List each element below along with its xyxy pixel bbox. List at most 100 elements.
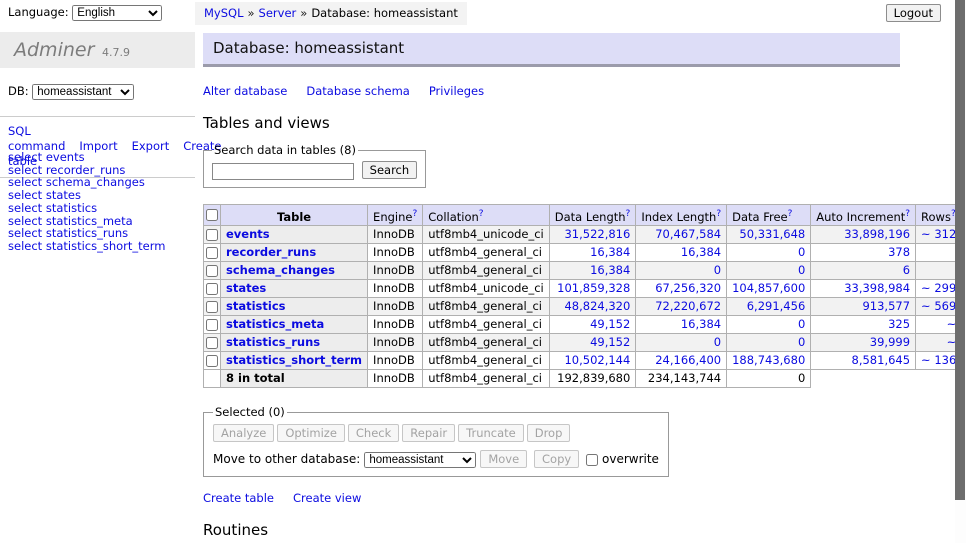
index-length-link[interactable]: 67,256,320 — [655, 281, 721, 295]
data-length-link[interactable]: 49,152 — [590, 335, 630, 349]
data-length-link[interactable]: 10,502,144 — [564, 353, 630, 367]
data-free-link[interactable]: 0 — [798, 335, 805, 349]
collation-cell: utf8mb4_general_ci — [423, 352, 550, 370]
data-free-link[interactable]: 188,743,680 — [732, 353, 805, 367]
table-name-link[interactable]: recorder_runs — [226, 245, 316, 259]
auto-increment-link[interactable]: 33,398,984 — [844, 281, 910, 295]
data-length-cell: 48,824,320 — [549, 298, 636, 316]
scrollbar-thumb[interactable] — [955, 0, 965, 500]
index-length-link[interactable]: 0 — [714, 335, 721, 349]
bulk-action-button[interactable]: Analyze — [213, 424, 274, 442]
row-checkbox[interactable] — [206, 301, 218, 313]
search-input[interactable] — [212, 163, 354, 180]
row-checkbox[interactable] — [206, 319, 218, 331]
data-free-link[interactable]: 0 — [798, 317, 805, 331]
auto-increment-link[interactable]: 325 — [888, 317, 910, 331]
overwrite-checkbox[interactable] — [586, 454, 598, 466]
table-name-link[interactable]: statistics — [226, 299, 286, 313]
database-link[interactable]: Alter database — [203, 84, 287, 98]
data-free-link[interactable]: 104,857,600 — [732, 281, 805, 295]
index-length-link[interactable]: 72,220,672 — [655, 299, 721, 313]
table-row: statistics_short_term InnoDB utf8mb4_gen… — [204, 352, 966, 370]
index-length-link[interactable]: 24,166,400 — [655, 353, 721, 367]
sidebar-select-link[interactable]: select events — [8, 151, 165, 164]
bulk-action-button[interactable]: Truncate — [458, 424, 524, 442]
table-name-link[interactable]: statistics_meta — [226, 317, 324, 331]
data-free-link[interactable]: 0 — [798, 263, 805, 277]
data-length-link[interactable]: 31,522,816 — [564, 227, 630, 241]
table-name-cell: states — [221, 280, 368, 298]
move-button[interactable]: Move — [480, 450, 527, 468]
row-checkbox[interactable] — [206, 265, 218, 277]
table-name-link[interactable]: statistics_runs — [226, 335, 320, 349]
data-free-link[interactable]: 6,291,456 — [747, 299, 806, 313]
column-header: Collation? — [423, 204, 550, 226]
auto-increment-link[interactable]: 378 — [888, 245, 910, 259]
row-checkbox[interactable] — [206, 283, 218, 295]
index-length-link[interactable]: 16,384 — [681, 317, 721, 331]
help-icon[interactable]: ? — [412, 209, 417, 219]
move-db-select[interactable]: homeassistant — [364, 452, 476, 468]
data-free-link[interactable]: 0 — [798, 245, 805, 259]
bulk-action-button[interactable]: Drop — [527, 424, 571, 442]
logout-button[interactable]: Logout — [886, 4, 941, 22]
db-select[interactable]: homeassistant — [32, 84, 134, 100]
bulk-action-button[interactable]: Repair — [402, 424, 455, 442]
auto-increment-cell: 8,581,645 — [811, 352, 916, 370]
auto-increment-link[interactable]: 6 — [903, 263, 910, 277]
column-header: Auto Increment? — [811, 204, 916, 226]
total-index-length: 234,143,744 — [636, 370, 727, 388]
breadcrumb-mysql-link[interactable]: MySQL — [204, 6, 244, 20]
bulk-action-button[interactable]: Check — [348, 424, 399, 442]
language-select[interactable]: English — [72, 5, 162, 21]
data-length-link[interactable]: 48,824,320 — [564, 299, 630, 313]
selected-buttons: AnalyzeOptimizeCheckRepairTruncateDrop — [213, 424, 659, 442]
bulk-action-button[interactable]: Optimize — [277, 424, 345, 442]
create-link[interactable]: Create table — [203, 491, 274, 505]
help-icon[interactable]: ? — [626, 209, 631, 219]
collation-cell: utf8mb4_unicode_ci — [423, 280, 550, 298]
create-link[interactable]: Create view — [293, 491, 361, 505]
sidebar-select-link[interactable]: select states — [8, 189, 165, 202]
table-name-link[interactable]: schema_changes — [226, 263, 335, 277]
data-length-link[interactable]: 49,152 — [590, 317, 630, 331]
table-name-cell: statistics_meta — [221, 316, 368, 334]
database-link[interactable]: Database schema — [306, 84, 409, 98]
select-all-checkbox[interactable] — [206, 209, 218, 221]
table-name-link[interactable]: events — [226, 227, 270, 241]
help-icon[interactable]: ? — [479, 209, 484, 219]
help-icon[interactable]: ? — [788, 209, 793, 219]
sidebar-select-link[interactable]: select statistics_short_term — [8, 240, 165, 253]
row-checkbox-cell — [204, 334, 221, 352]
index-length-link[interactable]: 16,384 — [681, 245, 721, 259]
row-checkbox[interactable] — [206, 355, 218, 367]
table-name-link[interactable]: statistics_short_term — [226, 353, 362, 367]
index-length-link[interactable]: 0 — [714, 263, 721, 277]
search-button[interactable]: Search — [362, 161, 418, 179]
collation-cell: utf8mb4_general_ci — [423, 262, 550, 280]
data-free-cell: 6,291,456 — [727, 298, 811, 316]
row-checkbox[interactable] — [206, 337, 218, 349]
auto-increment-link[interactable]: 33,898,196 — [844, 227, 910, 241]
help-icon[interactable]: ? — [905, 209, 910, 219]
breadcrumb-server-link[interactable]: Server — [259, 6, 297, 20]
help-icon[interactable]: ? — [716, 209, 721, 219]
index-length-cell: 0 — [636, 262, 727, 280]
copy-button[interactable]: Copy — [534, 450, 579, 468]
data-free-link[interactable]: 50,331,648 — [739, 227, 805, 241]
auto-increment-cell: 33,898,196 — [811, 226, 916, 244]
auto-increment-link[interactable]: 913,577 — [862, 299, 910, 313]
sidebar-select-link[interactable]: select statistics — [8, 202, 165, 215]
sidebar-action-link[interactable]: SQL command — [8, 124, 65, 153]
auto-increment-link[interactable]: 39,999 — [870, 335, 910, 349]
table-row: recorder_runs InnoDB utf8mb4_general_ci … — [204, 244, 966, 262]
table-name-link[interactable]: states — [226, 281, 266, 295]
data-length-link[interactable]: 101,859,328 — [557, 281, 630, 295]
data-length-link[interactable]: 16,384 — [590, 245, 630, 259]
index-length-link[interactable]: 70,467,584 — [655, 227, 721, 241]
database-link[interactable]: Privileges — [429, 84, 484, 98]
data-length-link[interactable]: 16,384 — [590, 263, 630, 277]
auto-increment-link[interactable]: 8,581,645 — [852, 353, 911, 367]
row-checkbox[interactable] — [206, 229, 218, 241]
row-checkbox[interactable] — [206, 247, 218, 259]
